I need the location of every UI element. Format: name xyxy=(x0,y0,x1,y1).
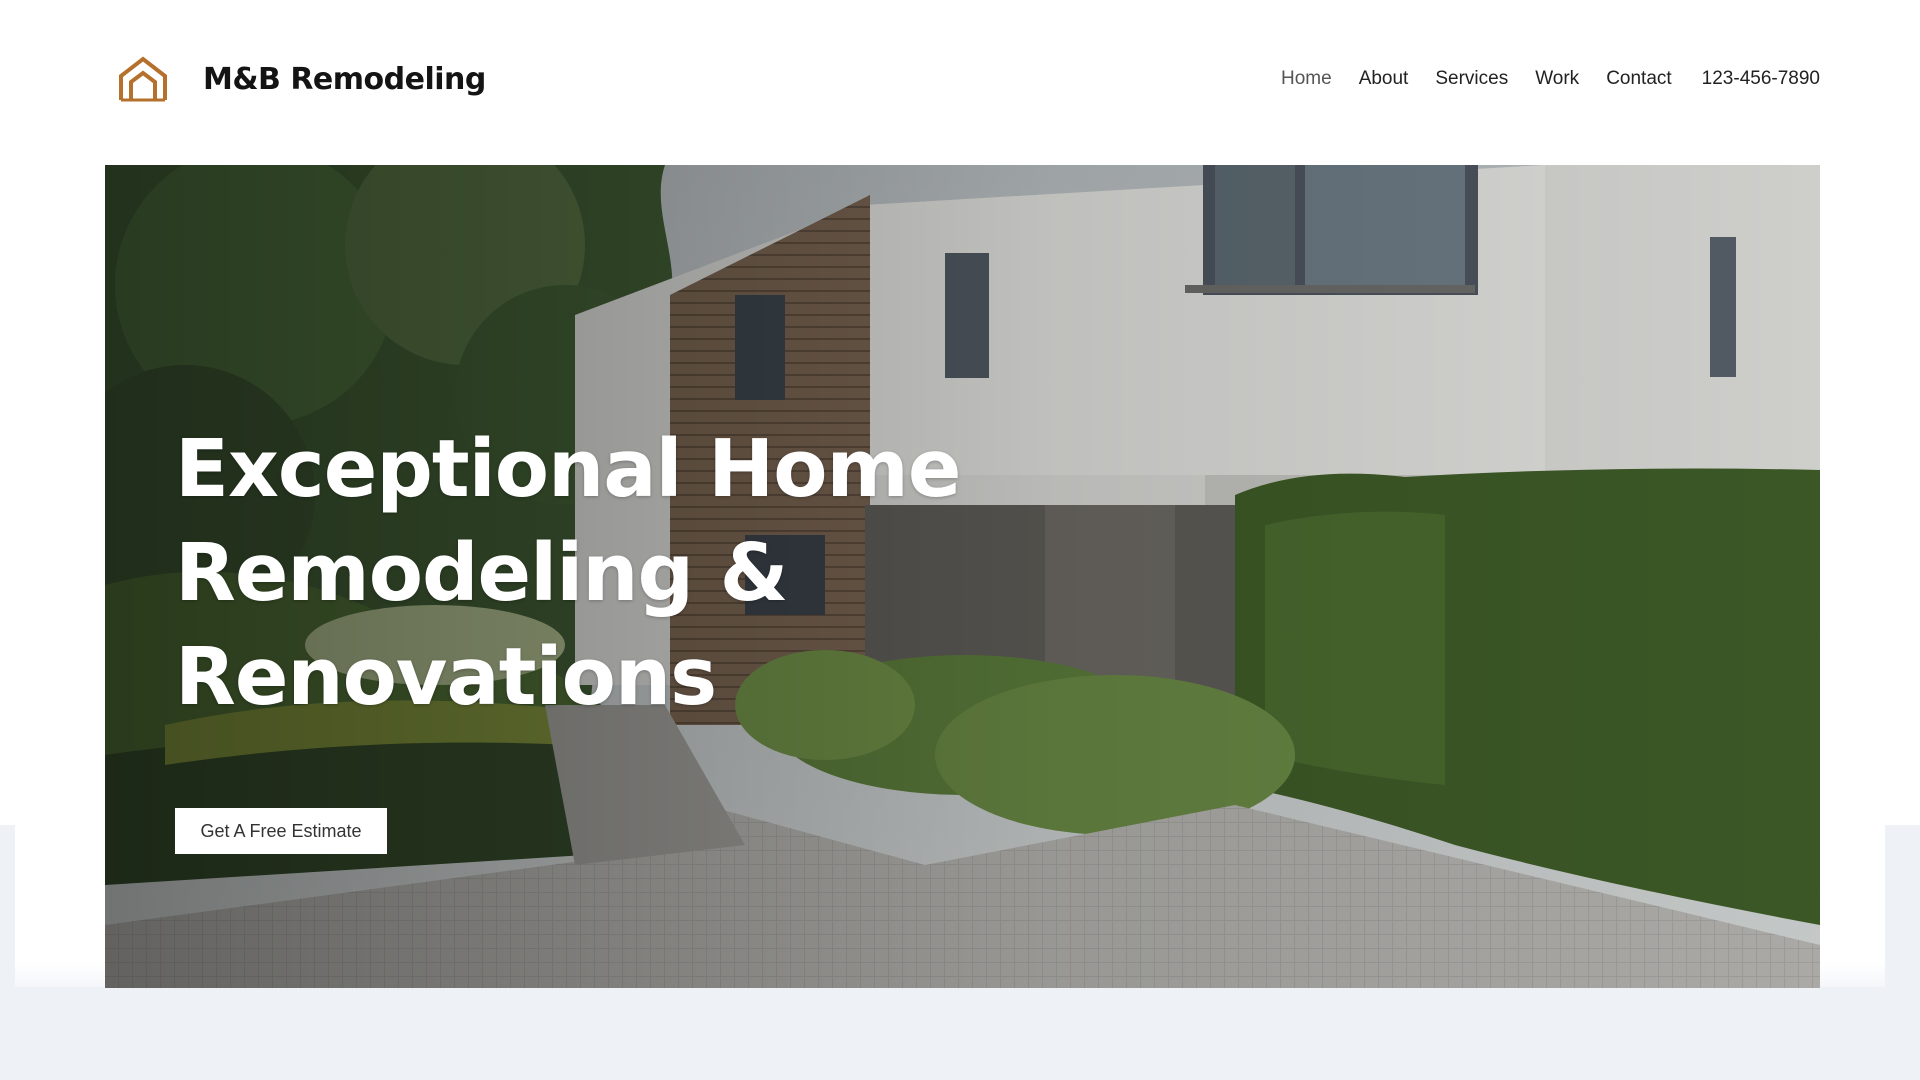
phone-link[interactable]: 123-456-7890 xyxy=(1702,68,1820,90)
nav-contact[interactable]: Contact xyxy=(1606,68,1671,90)
nav-work[interactable]: Work xyxy=(1535,68,1579,90)
main-nav: Home About Services Work Contact 123-456… xyxy=(1254,68,1820,90)
hero-title-line-2: Remodeling & xyxy=(175,527,788,619)
hero-title-line-1: Exceptional Home xyxy=(175,423,961,515)
nav-home[interactable]: Home xyxy=(1281,68,1332,90)
logo-link[interactable]: M&B Remodeling xyxy=(118,56,486,102)
brand-name: M&B Remodeling xyxy=(203,61,486,97)
hero-title: Exceptional Home Remodeling & Renovation… xyxy=(175,417,1075,729)
hero-section: Exceptional Home Remodeling & Renovation… xyxy=(105,165,1820,988)
house-outline-icon xyxy=(119,56,167,102)
free-estimate-button[interactable]: Get A Free Estimate xyxy=(175,808,387,854)
nav-about[interactable]: About xyxy=(1359,68,1409,90)
nav-services[interactable]: Services xyxy=(1435,68,1508,90)
site-header: M&B Remodeling Home About Services Work … xyxy=(0,0,1920,165)
hero-title-line-3: Renovations xyxy=(175,631,717,723)
